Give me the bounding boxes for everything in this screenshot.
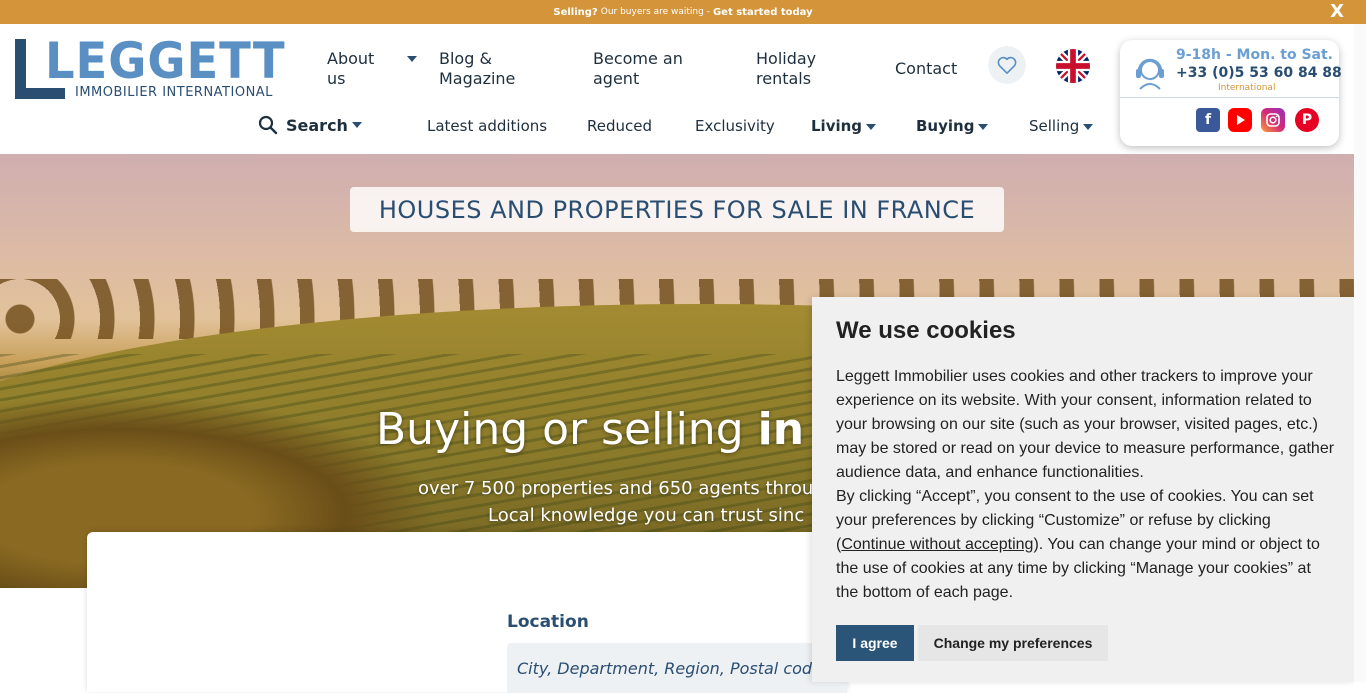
continue-without-accepting-link[interactable]: Continue without accepting [841, 536, 1033, 553]
cookie-consent-text: By clicking “Accept”, you consent to the… [836, 485, 1336, 605]
promo-cta-link[interactable]: Get started today [713, 7, 813, 18]
pinterest-icon[interactable]: P [1295, 108, 1319, 132]
nav-become-agent-label: Become an agent [593, 49, 683, 88]
nav-about-us-label: About us [327, 49, 375, 88]
hero-subtitle-2: Local knowledge you can trust sinc [488, 505, 805, 526]
promo-selling: Selling? [553, 6, 598, 18]
language-flag-uk-icon[interactable] [1056, 49, 1090, 83]
heart-icon [997, 56, 1017, 74]
nav-living-label: Living [811, 117, 863, 135]
favorites-button[interactable] [988, 46, 1026, 84]
nav-selling[interactable]: Selling [1029, 117, 1094, 135]
contact-region: International [1218, 83, 1276, 93]
promo-message: Our buyers are waiting - [600, 7, 710, 17]
cookie-consent-dialog: We use cookies Leggett Immobilier uses c… [812, 297, 1354, 682]
logo[interactable]: LEGGETT IMMOBILIER INTERNATIONAL [15, 33, 300, 101]
nav-become-agent[interactable]: Become an agent [593, 49, 713, 89]
location-label: Location [507, 612, 589, 632]
headset-icon [1136, 58, 1164, 90]
chevron-down-icon [1083, 123, 1094, 130]
logo-wordmark: LEGGETT [45, 32, 286, 90]
chevron-down-icon [866, 123, 877, 130]
hero-banner: HOUSES AND PROPERTIES FOR SALE IN FRANCE [350, 187, 1004, 232]
agree-button[interactable]: I agree [836, 625, 914, 661]
search-label: Search [286, 115, 348, 135]
scrollbar[interactable] [1354, 24, 1366, 682]
search-panel: Location [87, 532, 847, 693]
nav-reduced[interactable]: Reduced [587, 117, 652, 135]
search-icon [258, 115, 278, 135]
nav-selling-label: Selling [1029, 117, 1080, 135]
nav-blog-label: Blog & Magazine [439, 49, 516, 88]
facebook-icon[interactable]: f [1196, 108, 1220, 132]
contact-hours: 9-18h - Mon. to Sat. [1176, 47, 1333, 63]
contact-phone[interactable]: +33 (0)5 53 60 84 88 [1176, 65, 1342, 81]
nav-buying-label: Buying [916, 117, 975, 135]
nav-exclusivity[interactable]: Exclusivity [695, 117, 775, 135]
nav-blog[interactable]: Blog & Magazine [439, 49, 539, 89]
chevron-down-icon [978, 123, 989, 130]
nav-contact[interactable]: Contact [895, 59, 957, 79]
promo-close-button[interactable]: X [1330, 1, 1344, 23]
cookie-description: Leggett Immobilier uses cookies and othe… [836, 368, 1335, 481]
youtube-icon[interactable] [1228, 108, 1252, 132]
nav-latest-additions[interactable]: Latest additions [427, 117, 547, 135]
site-header: LEGGETT IMMOBILIER INTERNATIONAL About u… [0, 24, 1354, 154]
hero-headline-regular: Buying or selling [376, 404, 744, 455]
instagram-icon[interactable] [1261, 108, 1285, 132]
contact-box: 9-18h - Mon. to Sat. +33 (0)5 53 60 84 8… [1120, 40, 1342, 146]
chevron-down-icon [351, 122, 362, 128]
cookie-title: We use cookies [836, 317, 1016, 344]
nav-buying[interactable]: Buying [916, 117, 989, 135]
nav-living[interactable]: Living [811, 117, 877, 135]
hero-subtitle-1: over 7 500 properties and 650 agents thr… [418, 478, 814, 499]
nav-contact-label: Contact [895, 59, 958, 78]
nav-holiday-rentals[interactable]: Holiday rentals [756, 49, 846, 89]
chevron-down-icon[interactable] [407, 56, 417, 62]
nav-about-us[interactable]: About us [327, 49, 387, 89]
nav-holiday-rentals-label: Holiday rentals [756, 49, 817, 88]
location-input[interactable] [507, 643, 847, 693]
logo-subtitle: IMMOBILIER INTERNATIONAL [75, 85, 273, 100]
divider [1120, 97, 1339, 98]
search-menu[interactable]: Search [258, 115, 362, 135]
hero-headline: Buying or selling in F [376, 404, 849, 455]
promo-bar: Selling? Our buyers are waiting - Get st… [0, 0, 1366, 24]
change-preferences-button[interactable]: Change my preferences [918, 625, 1108, 661]
